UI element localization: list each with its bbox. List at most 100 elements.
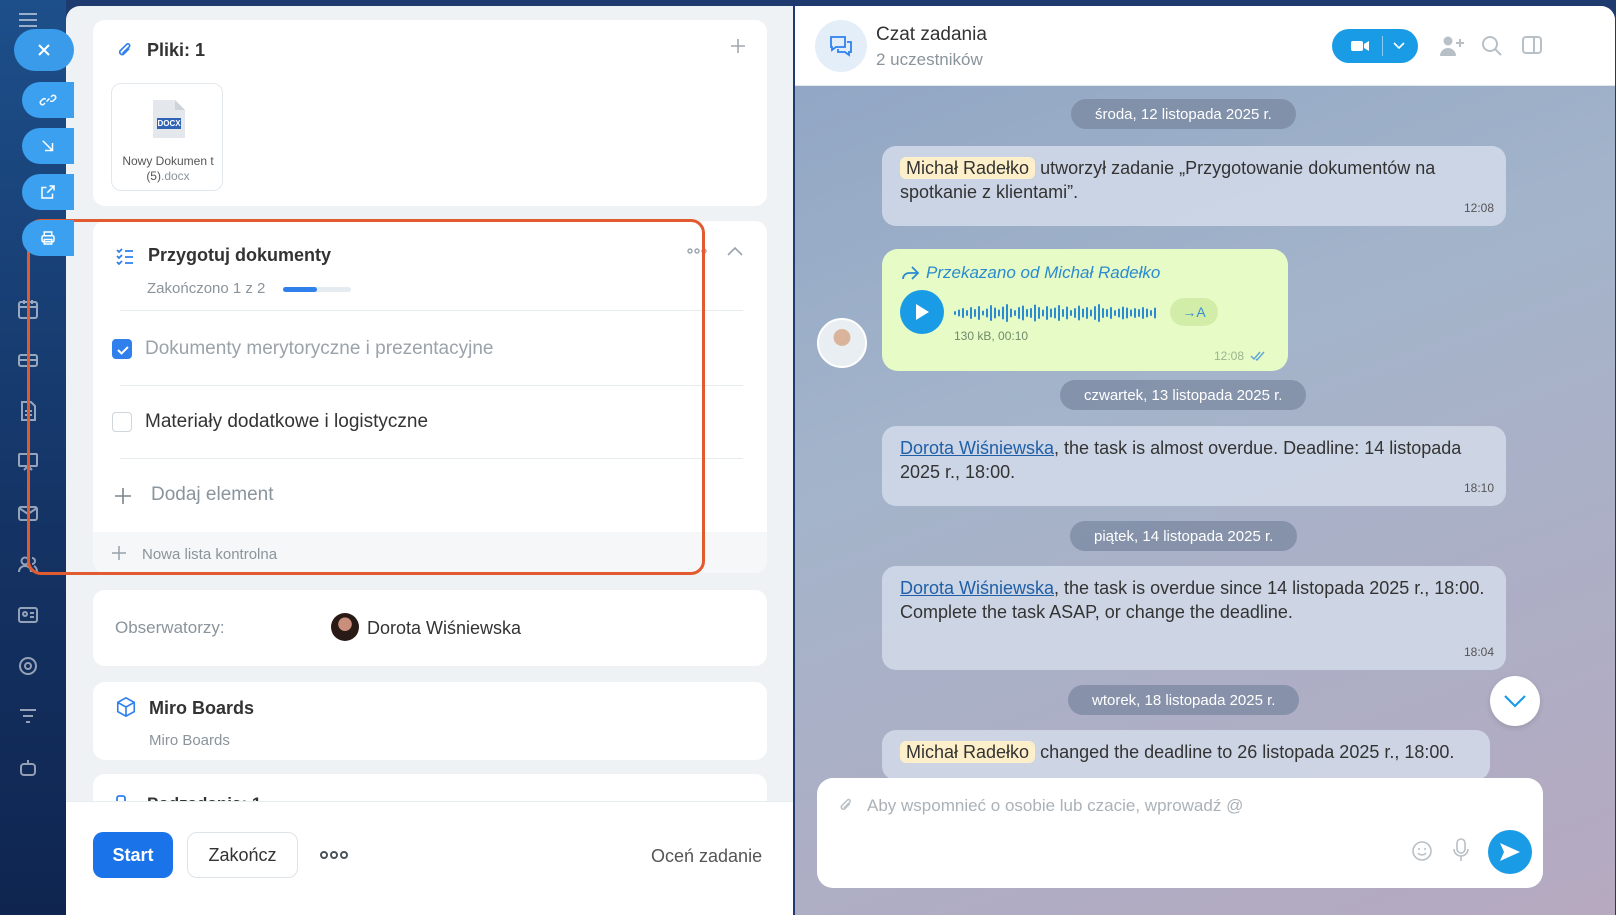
more-options-button[interactable]	[687, 247, 707, 255]
mention-chip[interactable]: Michał Radełko	[900, 741, 1036, 763]
mention-link[interactable]: Dorota Wiśniewska	[900, 438, 1054, 458]
open-new-window-button[interactable]	[22, 174, 74, 210]
board-icon[interactable]	[16, 450, 40, 474]
avatar[interactable]	[331, 613, 359, 641]
waveform-bar	[990, 305, 992, 321]
waveform-bar	[1042, 309, 1044, 317]
contact-card-icon[interactable]	[16, 603, 40, 627]
waveform-bar	[974, 309, 976, 317]
add-file-button[interactable]	[729, 37, 747, 55]
observer-name[interactable]: Dorota Wiśniewska	[367, 618, 521, 639]
arrow-down-right-icon	[42, 140, 54, 152]
people-icon[interactable]	[16, 552, 40, 576]
transcribe-button[interactable]: →A	[1170, 298, 1218, 326]
waveform[interactable]	[954, 301, 1160, 325]
mention-link[interactable]: Dorota Wiśniewska	[900, 578, 1054, 598]
close-button[interactable]	[14, 29, 74, 71]
voice-message: Przekazano od Michał Radełko 130 kB, 00:…	[882, 249, 1288, 371]
waveform-bar	[994, 307, 996, 319]
double-check-icon	[1250, 351, 1265, 361]
miro-card: Miro Boards Miro Boards	[93, 682, 767, 760]
paperclip-icon	[840, 798, 851, 810]
miro-title: Miro Boards	[149, 698, 255, 718]
waveform-bar	[1038, 307, 1040, 319]
docx-file-icon: DOCX	[151, 98, 187, 140]
mention-chip[interactable]: Michał Radełko	[900, 157, 1036, 179]
date-separator: czwartek, 13 listopada 2025 r.	[1060, 380, 1307, 410]
checklist-title: Przygotuj dokumenty	[148, 245, 332, 265]
checklist-item[interactable]: Materiały dodatkowe i logistyczne	[112, 386, 742, 458]
waveform-bar	[1122, 306, 1124, 320]
video-call-button[interactable]	[1332, 29, 1418, 63]
document-icon[interactable]	[16, 399, 40, 423]
emoji-button[interactable]	[1411, 840, 1433, 862]
waveform-bar	[1066, 306, 1068, 320]
waveform-bar	[1082, 308, 1084, 318]
voice-record-button[interactable]	[1453, 838, 1469, 862]
checklist-card: Przygotuj dokumenty Zakończono 1 z 2 Dok…	[93, 221, 767, 573]
paperclip-icon	[115, 40, 135, 62]
observers-label: Obserwatorzy:	[115, 618, 225, 637]
video-camera-icon	[1351, 41, 1369, 51]
waveform-bar	[1154, 307, 1156, 319]
waveform-bar	[1022, 305, 1024, 321]
sender-avatar[interactable]	[817, 318, 867, 368]
send-icon	[1500, 843, 1520, 861]
drive-icon[interactable]	[16, 348, 40, 372]
add-item-button[interactable]: Dodaj element	[112, 459, 742, 531]
waveform-bar	[982, 310, 984, 316]
toggle-panel-button[interactable]	[1522, 36, 1542, 54]
message-input-box[interactable]: Aby wspomnieć o osobie lub czacie, wprow…	[817, 778, 1543, 888]
play-icon	[916, 304, 929, 320]
waveform-bar	[958, 309, 960, 317]
more-actions-button[interactable]	[320, 850, 348, 860]
waveform-bar	[1150, 310, 1152, 316]
waveform-bar	[1142, 307, 1144, 319]
sidebar-panel-icon	[1522, 36, 1542, 54]
target-icon[interactable]	[16, 654, 40, 678]
waveform-bar	[1050, 308, 1052, 318]
checkbox-unchecked[interactable]	[112, 412, 132, 432]
waveform-bar	[1126, 307, 1128, 319]
finish-button[interactable]: Zakończ	[187, 832, 298, 878]
attach-button[interactable]	[837, 796, 855, 816]
checklist-item[interactable]: Dokumenty merytoryczne i prezentacyjne	[112, 313, 742, 385]
printer-icon	[41, 231, 55, 245]
waveform-bar	[1002, 306, 1004, 320]
date-separator: wtorek, 18 listopada 2025 r.	[1068, 685, 1300, 715]
play-button[interactable]	[900, 290, 944, 334]
search-button[interactable]	[1481, 35, 1503, 57]
chevron-down-icon[interactable]	[1393, 42, 1405, 50]
new-checklist-button[interactable]: Nowa lista kontrolna	[93, 532, 767, 573]
scroll-to-bottom-button[interactable]	[1490, 676, 1540, 726]
minimize-button[interactable]	[22, 128, 74, 164]
send-button[interactable]	[1488, 830, 1532, 874]
checkbox-checked[interactable]	[112, 339, 132, 359]
start-button[interactable]: Start	[93, 832, 173, 878]
files-title: Pliki: 1	[147, 40, 206, 60]
divider	[120, 310, 743, 311]
rate-task-link[interactable]: Oceń zadanie	[651, 846, 762, 867]
close-icon	[38, 44, 50, 56]
mail-icon[interactable]	[16, 501, 40, 525]
waveform-bar	[1054, 307, 1056, 319]
message-input[interactable]: Aby wspomnieć o osobie lub czacie, wprow…	[867, 796, 1243, 816]
waveform-bar	[1110, 307, 1112, 319]
message-time: 18:10	[1463, 481, 1494, 495]
voice-time: 12:08	[1214, 349, 1266, 363]
waveform-bar	[1034, 304, 1036, 322]
system-message: Michał Radełko changed the deadline to 2…	[882, 730, 1490, 780]
copy-link-button[interactable]	[22, 82, 74, 118]
print-button[interactable]	[22, 220, 74, 256]
filter-icon[interactable]	[16, 705, 40, 729]
calendar-icon[interactable]	[16, 297, 40, 321]
cube-icon	[115, 696, 137, 718]
collapse-button[interactable]	[727, 246, 743, 256]
waveform-bar	[1130, 309, 1132, 317]
file-tile[interactable]: DOCX Nowy Dokumen t (5).docx	[111, 83, 223, 191]
waveform-bar	[1118, 308, 1120, 318]
add-participant-button[interactable]	[1439, 34, 1465, 58]
robot-icon[interactable]	[16, 756, 40, 780]
checkmark-icon	[117, 346, 129, 355]
smile-icon	[1412, 841, 1432, 861]
